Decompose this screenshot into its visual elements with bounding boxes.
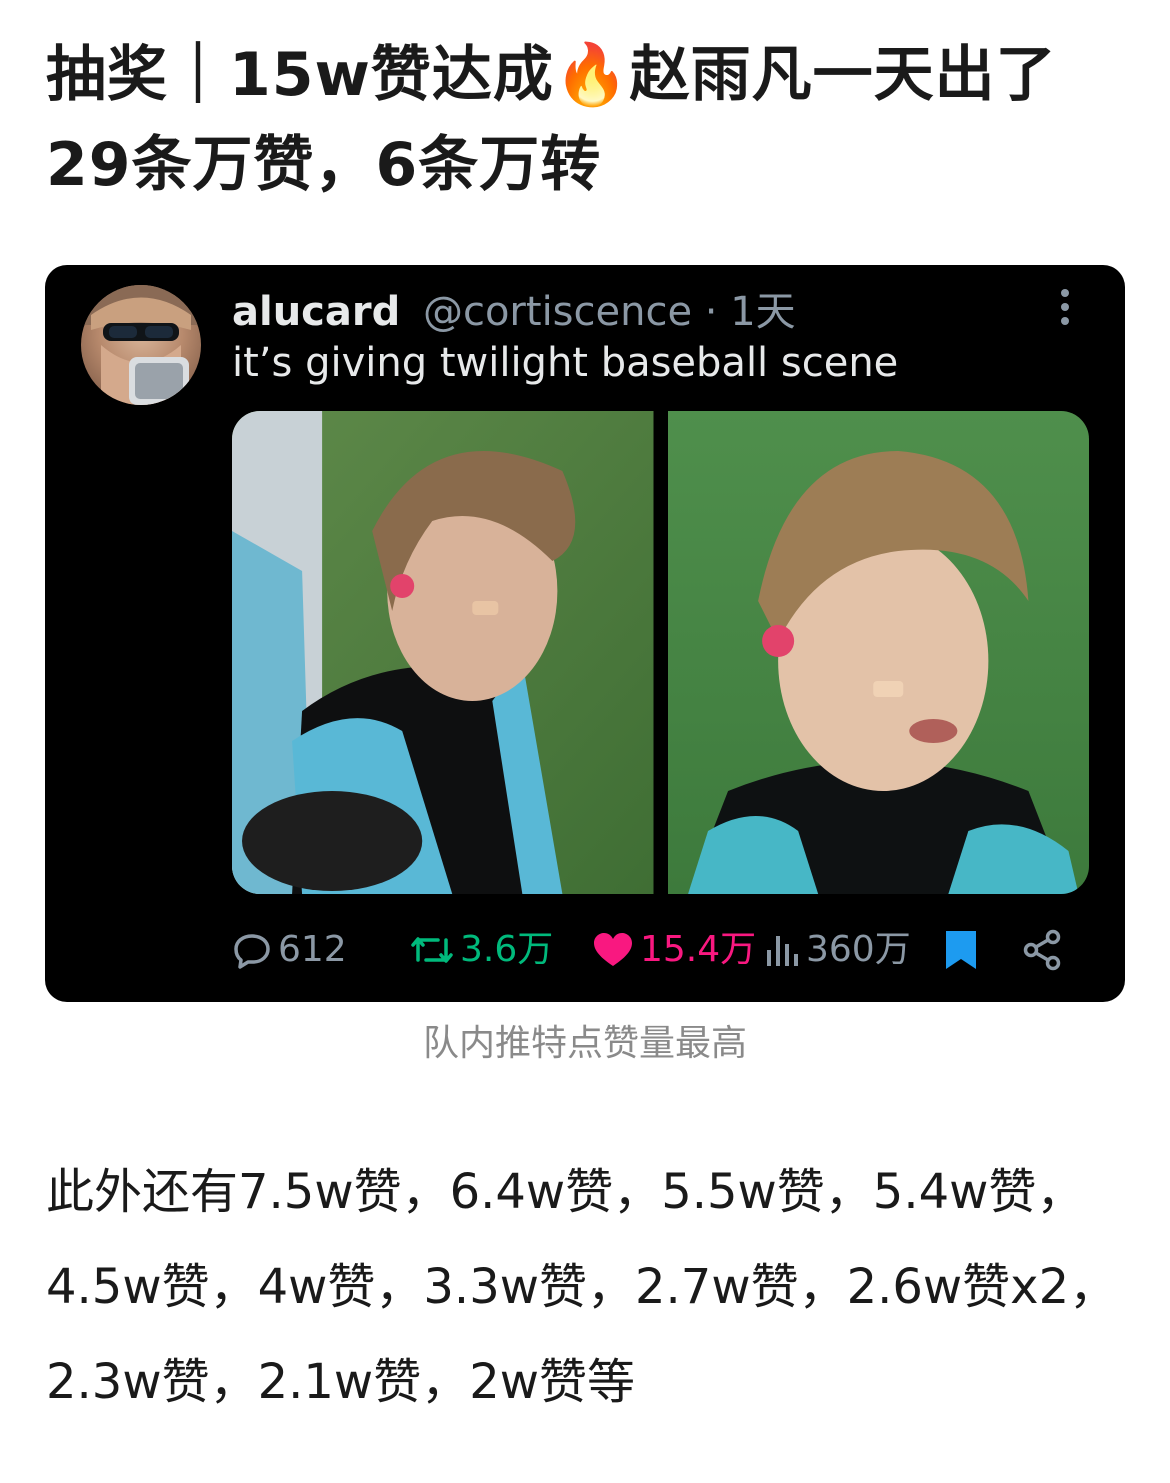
- reply-button[interactable]: 612: [232, 920, 347, 980]
- author-name[interactable]: alucard: [232, 289, 400, 335]
- media-photo-2[interactable]: [667, 411, 1089, 894]
- like-button[interactable]: 15.4万: [592, 920, 756, 980]
- retweet-icon: [411, 937, 453, 963]
- photo-1-image: [232, 411, 654, 894]
- reply-icon: [234, 934, 270, 969]
- tweet-card[interactable]: alucard @cortiscence · 1天 it’s giving tw…: [45, 265, 1125, 1002]
- tweet-timestamp[interactable]: 1天: [730, 289, 795, 335]
- retweet-count: 3.6万: [460, 929, 554, 970]
- avatar-image: [81, 285, 201, 405]
- retweet-button[interactable]: 3.6万: [410, 920, 553, 980]
- more-vertical-icon: [1061, 289, 1069, 325]
- tweet-text: it’s giving twilight baseball scene: [232, 340, 899, 386]
- tweet-actions: 612 3.6万 15.4万 360万: [232, 920, 1072, 980]
- media-photo-1[interactable]: [232, 411, 654, 894]
- fire-emoji: 🔥: [553, 40, 630, 110]
- avatar[interactable]: [81, 285, 201, 405]
- photo-2-image: [667, 411, 1089, 894]
- share-button[interactable]: [1022, 920, 1062, 980]
- media-grid: [232, 411, 1089, 894]
- post-title-part1: 抽奖｜15w赞达成: [46, 40, 554, 110]
- views-button[interactable]: 360万: [764, 920, 911, 980]
- post-body: 此外还有7.5w赞，6.4w赞，5.5w赞，5.4w赞，4.5w赞，4w赞，3.…: [46, 1164, 1118, 1410]
- view-count: 360万: [806, 929, 911, 970]
- image-caption: 队内推特点赞量最高: [422, 1023, 747, 1064]
- heart-icon: [594, 933, 632, 966]
- header-separator: ·: [704, 289, 718, 335]
- bookmark-icon: [946, 931, 976, 969]
- like-count: 15.4万: [640, 929, 757, 970]
- views-icon: [767, 936, 798, 966]
- post-title: 抽奖｜15w赞达成🔥赵雨凡一天出了29条万赞，6条万转: [46, 30, 1126, 210]
- bookmark-button[interactable]: [944, 920, 978, 980]
- more-options-button[interactable]: [1045, 285, 1085, 329]
- share-icon: [1023, 929, 1061, 971]
- reply-count: 612: [278, 929, 347, 970]
- author-handle[interactable]: @cortiscence: [423, 289, 692, 335]
